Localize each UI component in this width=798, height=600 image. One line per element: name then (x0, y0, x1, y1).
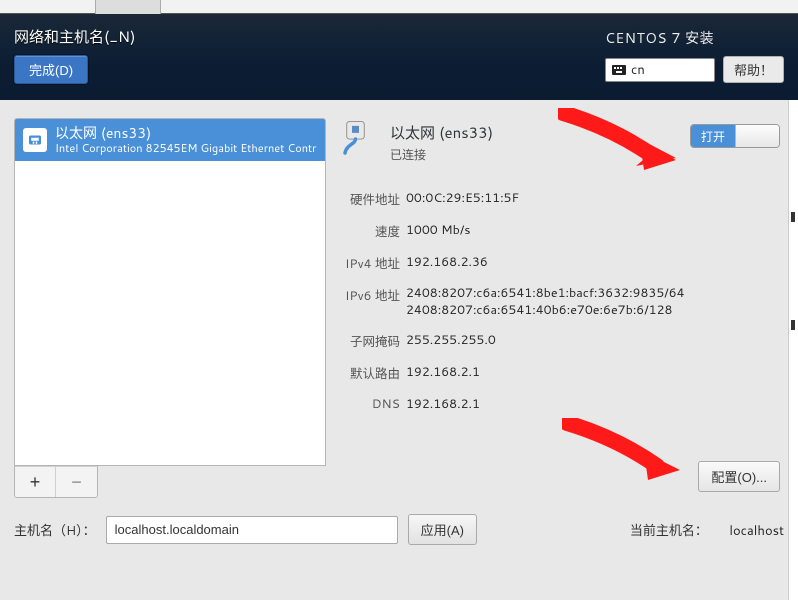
hostname-input[interactable] (106, 516, 398, 544)
annotation-arrow-icon (558, 108, 678, 172)
keyboard-layout-value: cn (631, 61, 645, 79)
mask-label: 子网掩码 (338, 331, 400, 351)
ipv6-value-2: 2408:8207:c6a:6541:40b6:e70e:6e7b:6/128 (406, 302, 780, 319)
ipv6-value-1: 2408:8207:c6a:6541:8be1:bacf:3632:9835/6… (406, 285, 780, 302)
keyboard-icon (612, 65, 626, 75)
toggle-on-label: 打开 (691, 125, 735, 147)
help-button[interactable]: 帮助！ (723, 56, 784, 83)
ethernet-icon (23, 128, 47, 152)
info-table: 硬件地址 00:0C:29:E5:11:5F 速度 1000 Mb/s IPv4… (338, 189, 780, 413)
connection-toggle[interactable]: 打开 (690, 124, 780, 148)
current-hostname: 当前主机名： localhost (630, 520, 784, 540)
dns-value: 192.168.2.1 (406, 395, 780, 413)
hw-value: 00:0C:29:E5:11:5F (406, 189, 780, 209)
top-tab (95, 0, 161, 14)
nic-list-item[interactable]: 以太网 (ens33) Intel Corporation 82545EM Gi… (15, 119, 325, 161)
add-button[interactable]: + (15, 467, 56, 497)
speed-label: 速度 (338, 221, 400, 241)
toggle-knob (735, 125, 779, 147)
nic-title: 以太网 (ens33) (55, 125, 317, 142)
gw-value: 192.168.2.1 (406, 363, 780, 383)
current-hostname-label: 当前主机名： (630, 522, 708, 540)
side-edge (788, 100, 798, 600)
remove-button[interactable]: − (56, 467, 97, 497)
mask-value: 255.255.255.0 (406, 331, 780, 351)
ipv4-value: 192.168.2.36 (406, 253, 780, 273)
done-button[interactable]: 完成(D) (14, 55, 88, 84)
hostname-row: 主机名（H）： 应用(A) 当前主机名： localhost (0, 498, 798, 545)
hw-label: 硬件地址 (338, 189, 400, 209)
ethernet-large-icon (338, 118, 380, 160)
distro-label: CENTOS 7 安装 (605, 28, 784, 48)
speed-value: 1000 Mb/s (406, 221, 780, 241)
keyboard-layout-select[interactable]: cn (605, 58, 715, 82)
header: 网络和主机名(_N) 完成(D) CENTOS 7 安装 cn 帮助！ (0, 14, 798, 100)
nic-list: 以太网 (ens33) Intel Corporation 82545EM Gi… (14, 118, 326, 466)
connection-title: 以太网 (ens33) (390, 122, 493, 143)
apply-button[interactable]: 应用(A) (408, 514, 477, 545)
annotation-arrow-icon (562, 418, 682, 482)
configure-button[interactable]: 配置(O)... (698, 461, 780, 492)
dns-label: DNS (338, 395, 400, 413)
nic-subtitle: Intel Corporation 82545EM Gigabit Ethern… (55, 142, 317, 155)
connection-status: 已连接 (390, 146, 493, 163)
ipv6-value: 2408:8207:c6a:6541:8be1:bacf:3632:9835/6… (406, 285, 780, 319)
hostname-label: 主机名（H）： (14, 520, 96, 540)
add-remove-toolbar: + − (14, 466, 98, 498)
ipv4-label: IPv4 地址 (338, 253, 400, 273)
gw-label: 默认路由 (338, 363, 400, 383)
ipv6-label: IPv6 地址 (338, 285, 400, 319)
top-bar (0, 0, 798, 14)
current-hostname-value: localhost (729, 522, 784, 540)
